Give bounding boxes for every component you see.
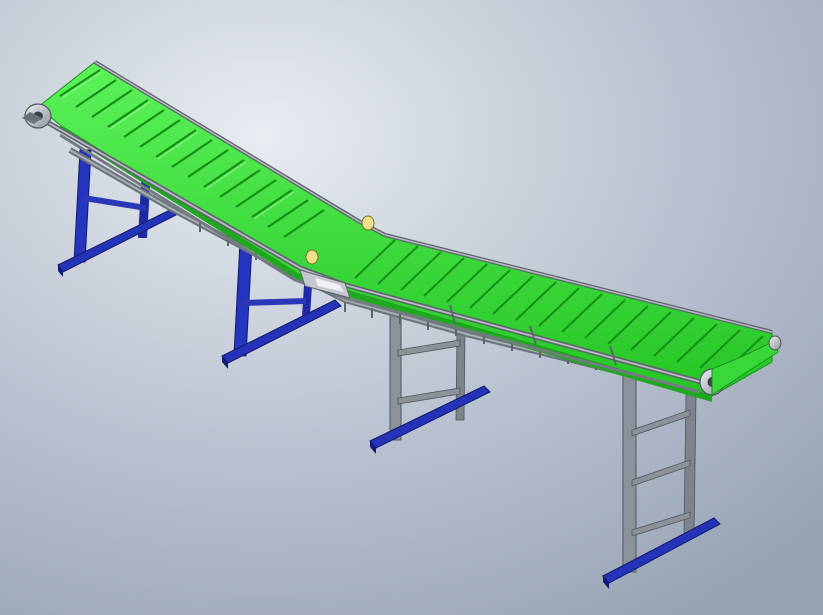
r-post-front (622, 371, 637, 573)
bearing-upper (361, 215, 375, 231)
cad-viewport (0, 0, 823, 615)
bearing-lower (305, 249, 319, 265)
mr-post-front (389, 314, 402, 441)
conveyor-render (0, 0, 823, 615)
